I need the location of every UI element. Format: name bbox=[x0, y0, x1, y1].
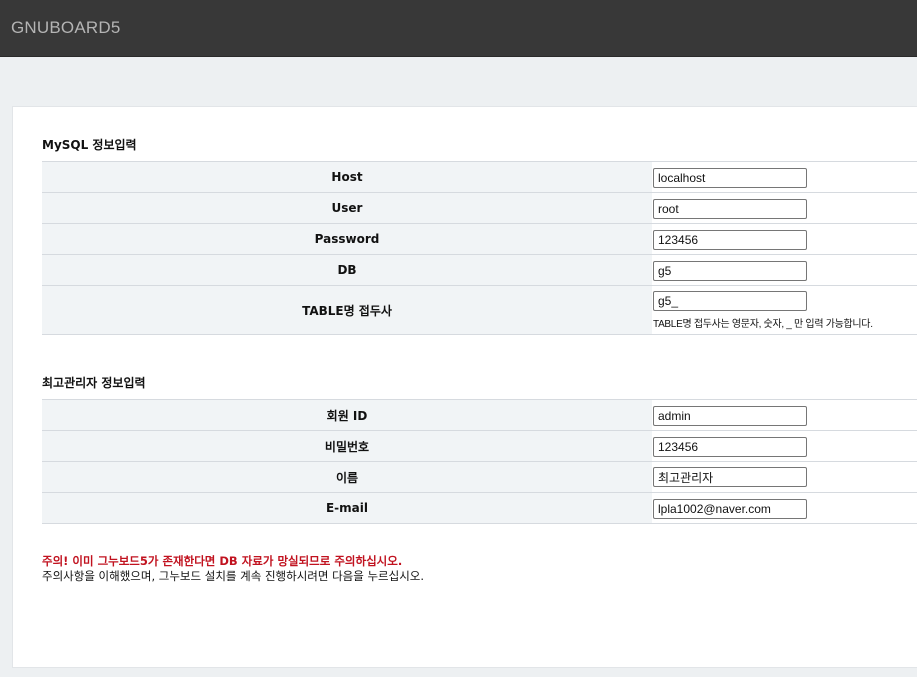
password-input[interactable] bbox=[653, 229, 807, 250]
name-label: 이름 bbox=[42, 461, 652, 493]
mysql-section-title: MySQL 정보입력 bbox=[42, 138, 137, 152]
top-bar: GNUBOARD5 bbox=[0, 0, 917, 57]
email-label: E-mail bbox=[42, 492, 652, 524]
form-row-name: 이름 bbox=[42, 461, 917, 493]
form-row-admin-password: 비밀번호 bbox=[42, 430, 917, 462]
info-text: 주의사항을 이해했으며, 그누보드 설치를 계속 진행하시려면 다음을 누르십시… bbox=[42, 569, 425, 583]
form-row-host: Host bbox=[42, 161, 917, 193]
email-input[interactable] bbox=[653, 498, 807, 519]
admin-section-title: 최고관리자 정보입력 bbox=[42, 376, 146, 390]
warning-text: 주의! 이미 그누보드5가 존재한다면 DB 자료가 망실되므로 주의하십시오. bbox=[42, 554, 403, 568]
mysql-info-table: Host User Password DB TABLE명 접두사 TABLE명 … bbox=[42, 161, 917, 335]
admin-password-label: 비밀번호 bbox=[42, 430, 652, 462]
table-prefix-input[interactable] bbox=[653, 291, 807, 311]
member-id-input[interactable] bbox=[653, 405, 807, 426]
table-prefix-help: TABLE명 접두사는 영문자, 숫자, _ 만 입력 가능합니다. bbox=[653, 319, 873, 330]
db-input[interactable] bbox=[653, 260, 807, 281]
host-label: Host bbox=[42, 161, 652, 193]
member-id-label: 회원 ID bbox=[42, 399, 652, 431]
form-row-db: DB bbox=[42, 254, 917, 286]
user-input[interactable] bbox=[653, 198, 807, 219]
password-label: Password bbox=[42, 223, 652, 255]
form-row-password: Password bbox=[42, 223, 917, 255]
form-row-user: User bbox=[42, 192, 917, 224]
site-logo: GNUBOARD5 bbox=[11, 18, 121, 37]
user-label: User bbox=[42, 192, 652, 224]
form-row-email: E-mail bbox=[42, 492, 917, 524]
form-row-member-id: 회원 ID bbox=[42, 399, 917, 431]
install-form-panel: MySQL 정보입력 Host User Password DB TABLE명 … bbox=[12, 106, 917, 668]
install-notice: 주의! 이미 그누보드5가 존재한다면 DB 자료가 망실되므로 주의하십시오.… bbox=[42, 554, 424, 584]
admin-info-table: 회원 ID 비밀번호 이름 E-mail bbox=[42, 399, 917, 524]
admin-password-input[interactable] bbox=[653, 436, 807, 457]
db-label: DB bbox=[42, 254, 652, 286]
name-input[interactable] bbox=[653, 467, 807, 488]
table-prefix-label: TABLE명 접두사 bbox=[42, 285, 652, 335]
host-input[interactable] bbox=[653, 167, 807, 188]
form-row-table-prefix: TABLE명 접두사 TABLE명 접두사는 영문자, 숫자, _ 만 입력 가… bbox=[42, 285, 917, 335]
